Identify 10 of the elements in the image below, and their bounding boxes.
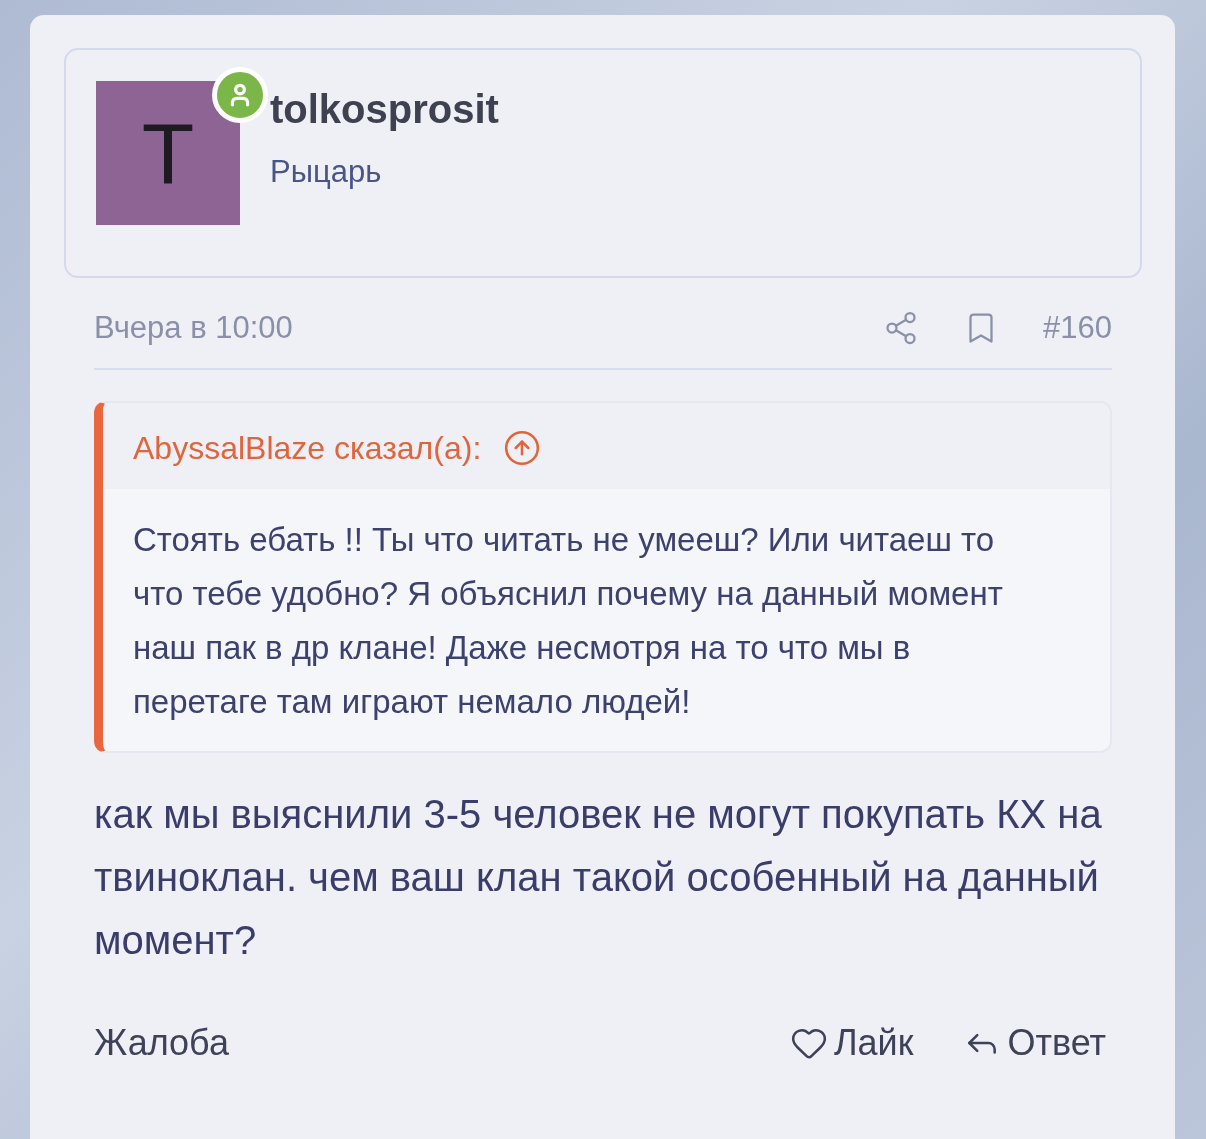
user-title: Рыцарь <box>270 154 383 190</box>
report-link[interactable]: Жалоба <box>94 1022 740 1064</box>
quote-text: Стоять ебать !! Ты что читать не умееш? Или читаеш то что тебе удобно? Я объяснил почему на данный момент наш пак в др клане! Даже несмотря на то что мы в перетаге там играют немало людей! <box>132 520 1004 722</box>
username[interactable]: tolkosprosit <box>270 87 499 132</box>
post-time: Вчера в 10:00 <box>94 310 294 346</box>
avatar[interactable]: T <box>96 81 240 225</box>
reply-button[interactable]: Ответ <box>963 1022 1106 1064</box>
jump-up-icon[interactable] <box>503 429 542 467</box>
message-text: как мы выяснили 3-5 человек не могут покупать КХ на твиноклан. чем ваш клан такой особенный на данный момент? <box>94 791 1103 964</box>
like-button[interactable]: Лайк <box>789 1022 914 1064</box>
